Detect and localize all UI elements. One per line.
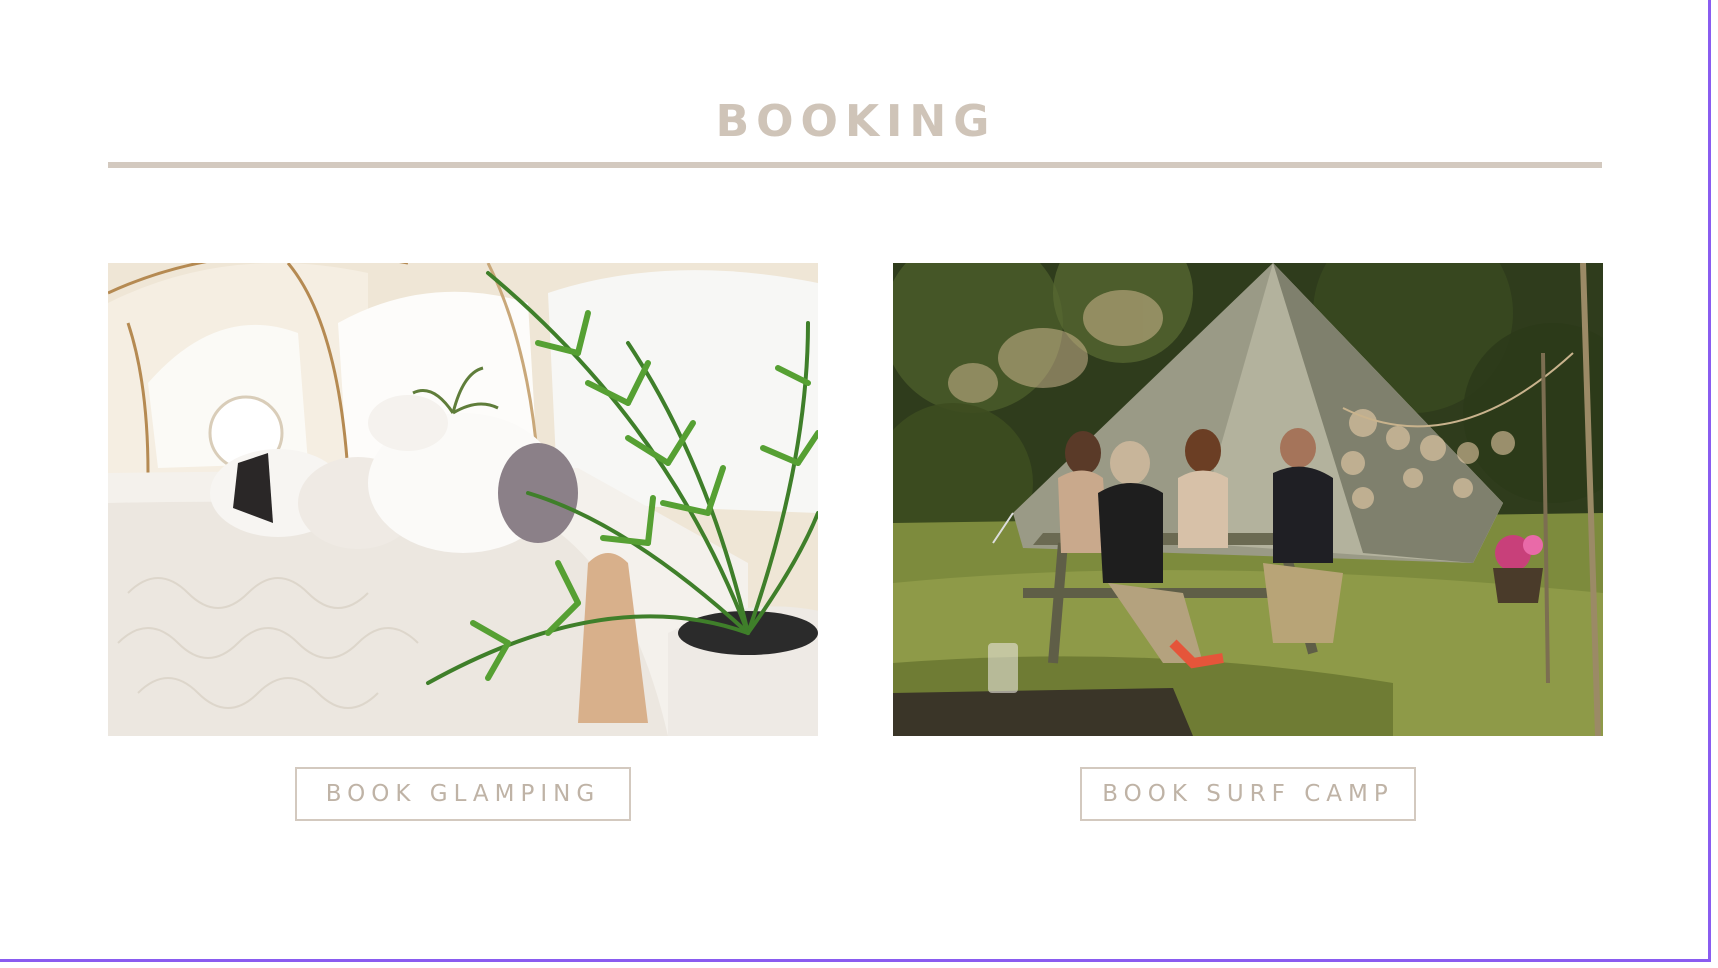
title-divider — [108, 162, 1602, 168]
frame-border-right — [1708, 0, 1711, 962]
book-surf-camp-button[interactable]: BOOK SURF CAMP — [1080, 767, 1416, 821]
section-title: BOOKING — [715, 96, 997, 147]
glamping-photo — [108, 263, 818, 736]
booking-page: BOOKING BOOK GLAMPING BOOK SURF CAMP — [0, 0, 1718, 968]
book-glamping-button[interactable]: BOOK GLAMPING — [295, 767, 631, 821]
surf-camp-photo — [893, 263, 1603, 736]
frame-border-bottom — [0, 959, 1711, 962]
